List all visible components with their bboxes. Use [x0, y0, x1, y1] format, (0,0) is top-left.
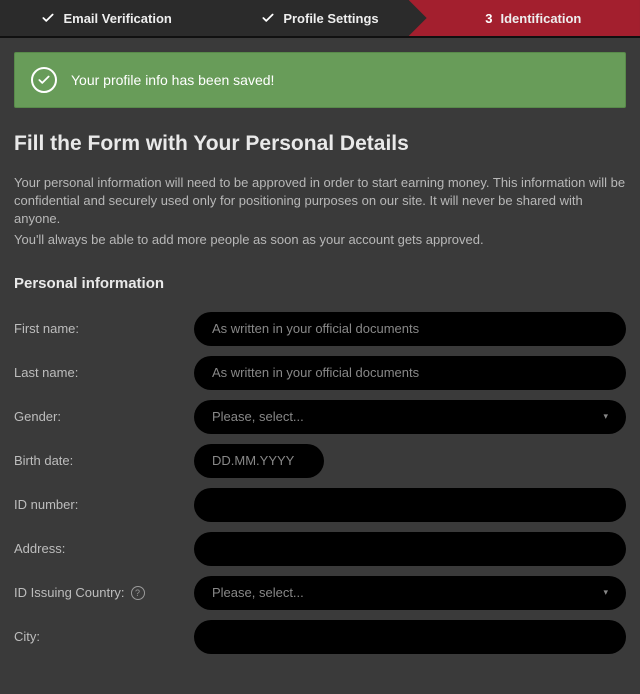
label-city: City:	[14, 629, 194, 644]
chevron-down-icon: ▾	[603, 587, 608, 598]
id-number-input[interactable]	[194, 488, 626, 522]
success-banner: Your profile info has been saved!	[14, 52, 626, 108]
step-number: 3	[485, 11, 492, 26]
row-address: Address:	[14, 532, 626, 566]
row-first-name: First name:	[14, 312, 626, 346]
label-gender: Gender:	[14, 409, 194, 424]
last-name-input[interactable]	[194, 356, 626, 390]
first-name-input[interactable]	[194, 312, 626, 346]
id-country-select[interactable]: Please, select... ▾	[194, 576, 626, 610]
section-personal-heading: Personal information	[14, 275, 626, 292]
label-id-country: ID Issuing Country: ?	[14, 585, 194, 600]
label-first-name: First name:	[14, 321, 194, 336]
label-address: Address:	[14, 541, 194, 556]
address-input[interactable]	[194, 532, 626, 566]
row-gender: Gender: Please, select... ▾	[14, 400, 626, 434]
label-last-name: Last name:	[14, 365, 194, 380]
description-1: Your personal information will need to b…	[14, 174, 626, 229]
city-input[interactable]	[194, 620, 626, 654]
step-profile-settings[interactable]: Profile Settings	[213, 0, 426, 36]
step-email-verification[interactable]: Email Verification	[0, 0, 213, 36]
label-id-number: ID number:	[14, 497, 194, 512]
step-identification[interactable]: 3 Identification	[409, 0, 640, 36]
step-label: Email Verification	[63, 11, 171, 26]
steps-bar: Email Verification Profile Settings 3 Id…	[0, 0, 640, 38]
success-check-icon	[31, 67, 57, 93]
banner-message: Your profile info has been saved!	[71, 72, 274, 88]
row-city: City:	[14, 620, 626, 654]
label-id-country-text: ID Issuing Country:	[14, 585, 125, 600]
select-placeholder: Please, select...	[212, 585, 304, 600]
birth-date-input[interactable]	[194, 444, 324, 478]
step-label: Identification	[500, 11, 581, 26]
row-last-name: Last name:	[14, 356, 626, 390]
description-2: You'll always be able to add more people…	[14, 231, 626, 249]
check-icon	[261, 11, 275, 25]
check-icon	[41, 11, 55, 25]
step-label: Profile Settings	[283, 11, 378, 26]
select-placeholder: Please, select...	[212, 409, 304, 424]
page-title: Fill the Form with Your Personal Details	[14, 132, 626, 156]
gender-select[interactable]: Please, select... ▾	[194, 400, 626, 434]
content-area: Your profile info has been saved! Fill t…	[0, 38, 640, 694]
row-id-number: ID number:	[14, 488, 626, 522]
label-birth-date: Birth date:	[14, 453, 194, 468]
row-id-country: ID Issuing Country: ? Please, select... …	[14, 576, 626, 610]
row-birth-date: Birth date:	[14, 444, 626, 478]
help-icon[interactable]: ?	[131, 586, 145, 600]
chevron-down-icon: ▾	[603, 411, 608, 422]
